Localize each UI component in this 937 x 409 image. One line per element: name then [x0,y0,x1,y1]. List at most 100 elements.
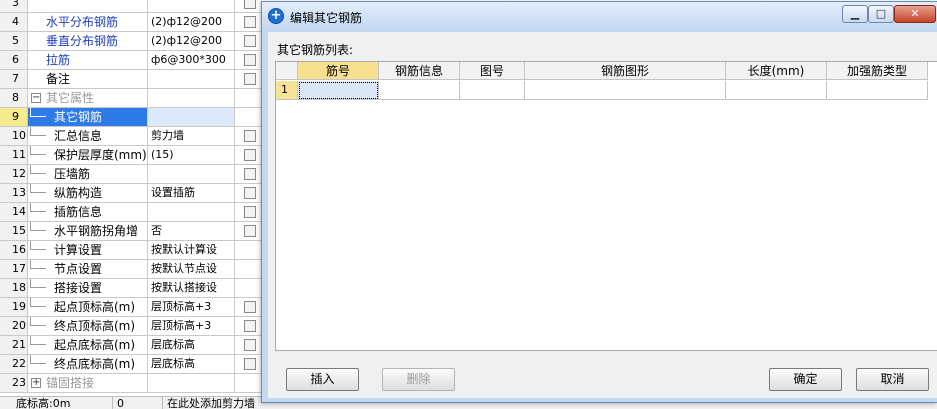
property-row[interactable]: 13 纵筋构造 设置插筋 [0,184,262,203]
property-value[interactable]: (2)ф12@200 [148,13,235,31]
ok-button[interactable]: 确定 [769,368,842,391]
property-name[interactable]: 备注 [28,70,148,88]
property-checkbox[interactable] [244,168,256,180]
property-name[interactable]: 终点顶标高(m) [28,317,148,335]
property-checkbox[interactable] [244,73,256,85]
cell-reinforcement-type[interactable] [827,81,928,100]
property-value[interactable]: ф6@300*300 [148,51,235,69]
property-value[interactable] [148,70,235,88]
property-checkbox[interactable] [244,225,256,237]
property-name[interactable]: 其它钢筋 [28,108,148,126]
property-row[interactable]: 3 [0,0,262,13]
column-header-bar-number[interactable]: 筋号 [298,62,379,80]
property-name[interactable]: 计算设置 [28,241,148,259]
property-name[interactable]: 节点设置 [28,260,148,278]
property-value[interactable]: 层顶标高+3 [148,298,235,316]
property-row[interactable]: 20 终点顶标高(m) 层顶标高+3 [0,317,262,336]
property-row[interactable]: 10 汇总信息 剪力墙 [0,127,262,146]
property-name[interactable]: 保护层厚度(mm) [28,146,148,164]
property-checkbox[interactable] [244,35,256,47]
property-name[interactable]: 水平分布钢筋 [28,13,148,31]
property-value[interactable]: 按默认节点设 [148,260,235,278]
property-name[interactable]: 搭接设置 [28,279,148,297]
row-number[interactable]: 1 [276,81,298,100]
property-checkbox[interactable] [244,339,256,351]
property-row[interactable]: 11 保护层厚度(mm) (15) [0,146,262,165]
property-value[interactable]: 层顶标高+3 [148,317,235,335]
column-header-figure-number[interactable]: 图号 [460,62,525,80]
property-name[interactable]: 起点底标高(m) [28,336,148,354]
property-row[interactable]: 17 节点设置 按默认节点设 [0,260,262,279]
property-checkbox[interactable] [244,54,256,66]
property-checkbox[interactable] [244,0,256,9]
dialog-titlebar[interactable]: + 编辑其它钢筋 ▁ □ ✕ [262,2,937,31]
property-row[interactable]: 12 压墙筋 [0,165,262,184]
property-row[interactable]: 8− 其它属性 [0,89,262,108]
rebar-table[interactable]: 筋号 钢筋信息 图号 钢筋图形 长度(mm) 加强筋类型 1 [275,61,937,351]
property-checkbox[interactable] [244,320,256,332]
property-row[interactable]: 4 水平分布钢筋 (2)ф12@200 [0,13,262,32]
column-header-reinforcement-type[interactable]: 加强筋类型 [827,62,928,80]
property-row[interactable]: 6 拉筋 ф6@300*300 [0,51,262,70]
property-checkbox[interactable] [244,149,256,161]
cancel-button[interactable]: 取消 [856,368,929,391]
cell-rebar-shape[interactable] [525,81,726,100]
property-checkbox[interactable] [244,16,256,28]
property-checkbox[interactable] [244,206,256,218]
property-row[interactable]: 23 + 锚固搭接 [0,374,262,393]
cell-rebar-info[interactable] [379,81,460,100]
property-value[interactable] [148,203,235,221]
property-name[interactable]: 水平钢筋拐角增 [28,222,148,240]
property-value[interactable]: 层底标高 [148,336,235,354]
cell-figure-number[interactable] [460,81,525,100]
column-header-rebar-info[interactable]: 钢筋信息 [379,62,460,80]
column-header-rebar-shape[interactable]: 钢筋图形 [525,62,726,80]
property-value[interactable] [148,0,235,12]
property-value[interactable]: (2)ф12@200 [148,32,235,50]
property-row[interactable]: 15 水平钢筋拐角增否 [0,222,262,241]
property-value[interactable] [148,374,235,392]
delete-button[interactable]: 删除 [382,368,455,391]
property-row[interactable]: 9 其它钢筋 [0,108,262,127]
property-name[interactable]: 压墙筋 [28,165,148,183]
property-value[interactable]: 层底标高 [148,355,235,373]
property-name[interactable]: 纵筋构造 [28,184,148,202]
property-row[interactable]: 18 搭接设置 按默认搭接设 [0,279,262,298]
property-value[interactable]: (15) [148,146,235,164]
expand-icon[interactable]: + [31,378,41,388]
property-row[interactable]: 21 起点底标高(m) 层底标高 [0,336,262,355]
property-checkbox[interactable] [244,301,256,313]
insert-button[interactable]: 插入 [286,368,359,391]
property-row[interactable]: 14 插筋信息 [0,203,262,222]
property-value[interactable] [148,108,235,126]
property-name[interactable]: 终点底标高(m) [28,355,148,373]
property-value[interactable]: 设置插筋 [148,184,235,202]
property-name[interactable]: 起点顶标高(m) [28,298,148,316]
cell-length[interactable] [726,81,827,100]
property-row[interactable]: 16 计算设置 按默认计算设 [0,241,262,260]
property-name[interactable]: + 锚固搭接 [28,374,148,392]
property-value[interactable] [148,89,235,107]
property-row[interactable]: 19 起点顶标高(m) 层顶标高+3 [0,298,262,317]
close-button[interactable]: ✕ [894,5,936,23]
property-value[interactable]: 否 [148,222,235,240]
column-header-length[interactable]: 长度(mm) [726,62,827,80]
property-checkbox[interactable] [244,358,256,370]
property-value[interactable]: 按默认搭接设 [148,279,235,297]
property-checkbox[interactable] [244,130,256,142]
collapse-icon[interactable]: − [31,93,41,103]
maximize-button[interactable]: □ [868,5,894,23]
property-name[interactable]: 拉筋 [28,51,148,69]
property-value[interactable]: 按默认计算设 [148,241,235,259]
minimize-button[interactable]: ▁ [842,5,868,23]
property-row[interactable]: 22 终点底标高(m) 层底标高 [0,355,262,374]
cell-bar-number[interactable] [298,81,379,100]
property-row[interactable]: 5 垂直分布钢筋 (2)ф12@200 [0,32,262,51]
property-name[interactable]: − 其它属性 [28,89,148,107]
property-value[interactable] [148,165,235,183]
property-name[interactable]: 垂直分布钢筋 [28,32,148,50]
property-checkbox[interactable] [244,187,256,199]
property-grid[interactable]: 3 4 水平分布钢筋 (2)ф12@200 5 垂直分布钢筋 (2)ф12@200 6 拉筋 ф6… [0,0,262,396]
property-row[interactable]: 7 备注 [0,70,262,89]
property-name[interactable]: 汇总信息 [28,127,148,145]
